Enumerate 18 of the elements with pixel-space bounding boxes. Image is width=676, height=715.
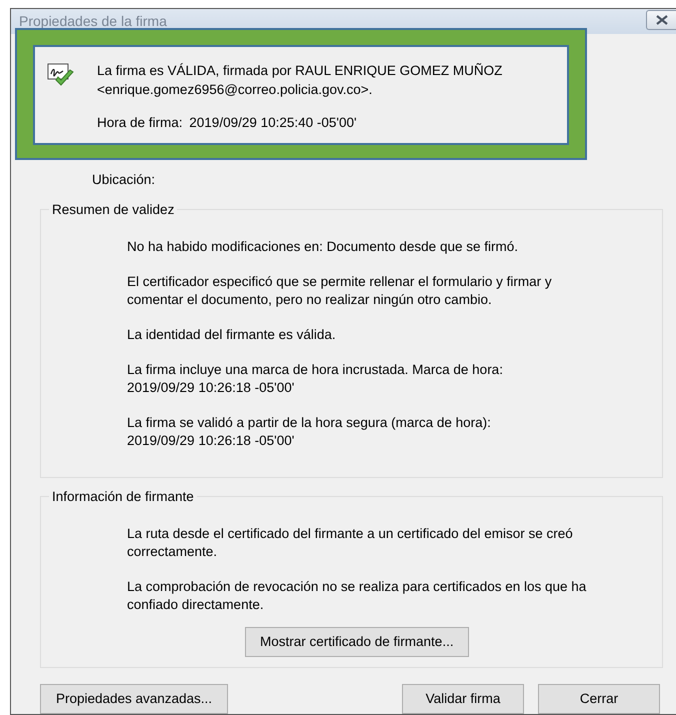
- info-text: La identidad del firmante es válida.: [127, 326, 337, 344]
- info-text: La firma se validó a partir de la hora segura (marca de hora): 2019/09/29 10:26:18 -05'00': [127, 414, 492, 450]
- close-button[interactable]: [646, 10, 676, 30]
- info-text: El certificador especificó que se permite rellenar el formulario y firmar y comentar el documento, pero no realizar ningún otro cambio.: [127, 272, 553, 308]
- close-icon: [656, 14, 668, 25]
- info-text: La comprobación de revocación no se realiza para certificados en los que ha confiado directamente.: [127, 578, 588, 614]
- info-text: La firma incluye una marca de hora incrustada. Marca de hora: 2019/09/29 10:26:18 -05'00': [127, 360, 504, 396]
- dialog-button[interactable]: Validar firma: [402, 684, 524, 714]
- info-text: La ruta desde el certificado del firmante a un certificado del emisor se creó correctamente.: [127, 524, 574, 560]
- signing-time-value: 2019/09/29 10:25:40 -05'00': [189, 114, 357, 132]
- location-label: Ubicación:: [92, 172, 156, 188]
- signature-status-text: La firma es VÁLIDA, firmada por RAUL ENRIQUE GOMEZ MUÑOZ <enrique.gomez6956@correo.policia.gov.co>.: [97, 62, 502, 100]
- signing-time-label: Hora de firma:: [97, 114, 183, 132]
- info-text: No ha habido modificaciones en: Documento desde que se firmó.: [127, 238, 519, 256]
- dialog-button[interactable]: Cerrar: [538, 684, 660, 714]
- dialog-button[interactable]: Propiedades avanzadas...: [40, 684, 228, 714]
- show-certificate-button[interactable]: Mostrar certificado de firmante...: [245, 626, 469, 657]
- window-title: Propiedades de la firma: [19, 12, 167, 32]
